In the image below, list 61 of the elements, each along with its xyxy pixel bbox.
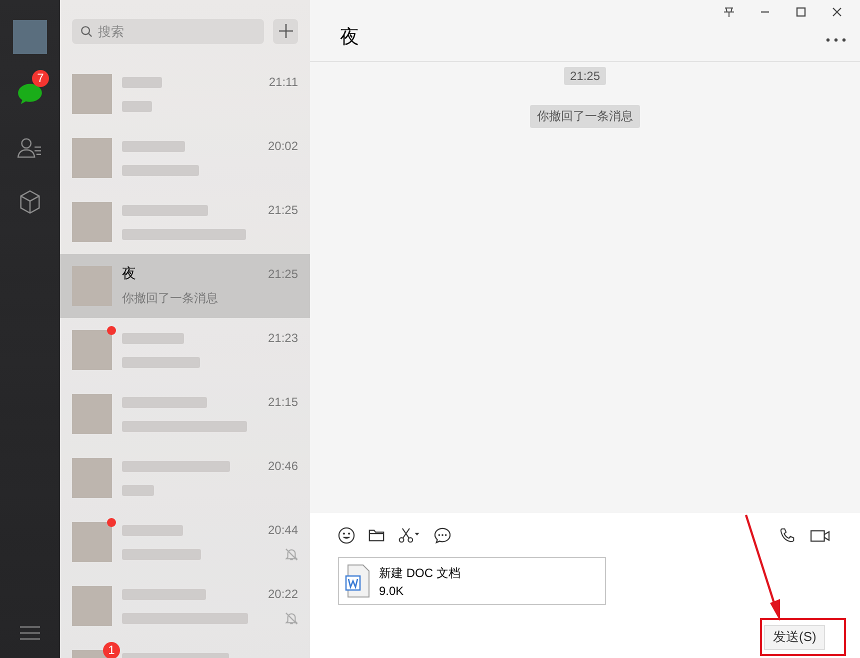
unread-badge: 1: [103, 642, 120, 658]
pin-icon[interactable]: [723, 6, 735, 18]
file-attachment-card[interactable]: 新建 DOC 文档 9.0K: [338, 557, 606, 605]
chat-bubble-icon[interactable]: [434, 526, 451, 544]
folder-icon[interactable]: [368, 526, 385, 544]
blurred-name: [122, 76, 162, 88]
chat-list-item[interactable]: 20:46: [60, 446, 310, 510]
add-button[interactable]: [273, 18, 298, 44]
unread-badge: 7: [32, 70, 49, 87]
message-time: 21:23: [268, 331, 298, 345]
blurred-name: [122, 332, 184, 344]
avatar-placeholder: [72, 266, 112, 306]
phone-icon[interactable]: [779, 526, 796, 544]
chat-list-item[interactable]: 20:44: [60, 510, 310, 574]
message-time: 20:44: [268, 523, 298, 537]
blurred-preview: [122, 100, 152, 112]
chat-list-item[interactable]: 21:25: [60, 190, 310, 254]
chat-list-item[interactable]: 21:23: [60, 318, 310, 382]
file-size: 9.0K: [379, 584, 405, 598]
chat-list-item[interactable]: 夜 21:25 你撤回了一条消息: [60, 254, 310, 318]
avatar-placeholder: [72, 458, 112, 498]
avatar-placeholder: [72, 74, 112, 114]
chat-list-item[interactable]: 20:22: [60, 574, 310, 638]
timestamp-label: 21:25: [564, 67, 606, 85]
avatar-placeholder: [72, 202, 112, 242]
message-preview: 你撤回了一条消息: [122, 290, 218, 306]
message-time: 21:25: [268, 267, 298, 281]
chat-list-item[interactable]: 21:15: [60, 382, 310, 446]
avatar-placeholder: [72, 394, 112, 434]
avatar-placeholder: [72, 138, 112, 178]
chat-list-item[interactable]: 20:02: [60, 126, 310, 190]
blurred-name: [122, 140, 185, 152]
more-icon[interactable]: [826, 38, 846, 42]
send-button[interactable]: 发送(S): [764, 624, 826, 650]
message-time: 21:15: [268, 395, 298, 409]
file-name: 新建 DOC 文档: [379, 564, 460, 582]
contact-name: 夜: [122, 265, 136, 283]
word-document-icon: [345, 564, 371, 598]
emoji-icon[interactable]: [338, 526, 355, 544]
cube-icon[interactable]: [19, 190, 41, 214]
chat-title: 夜: [340, 26, 359, 50]
message-time: 21:25: [268, 203, 298, 217]
avatar-placeholder: [72, 330, 112, 370]
message-time: 21:11: [268, 75, 298, 89]
blurred-preview: [122, 484, 154, 496]
system-notice: 你撤回了一条消息: [530, 105, 640, 128]
maximize-icon[interactable]: [795, 6, 807, 18]
chat-list-item[interactable]: 1: [60, 638, 310, 658]
menu-icon[interactable]: [20, 626, 40, 640]
scissors-icon[interactable]: [398, 526, 421, 544]
blurred-name: [122, 524, 183, 536]
contacts-icon[interactable]: [17, 137, 43, 159]
avatar-placeholder: [72, 522, 112, 562]
search-field[interactable]: 搜索: [72, 18, 264, 44]
chat-list-item[interactable]: 21:11: [60, 62, 310, 126]
avatar-placeholder: [72, 586, 112, 626]
close-icon[interactable]: [831, 6, 843, 18]
message-time: 20:22: [268, 587, 298, 601]
message-time: 20:46: [268, 459, 298, 473]
plus-icon: [278, 24, 292, 38]
message-time: 20:02: [268, 139, 298, 153]
